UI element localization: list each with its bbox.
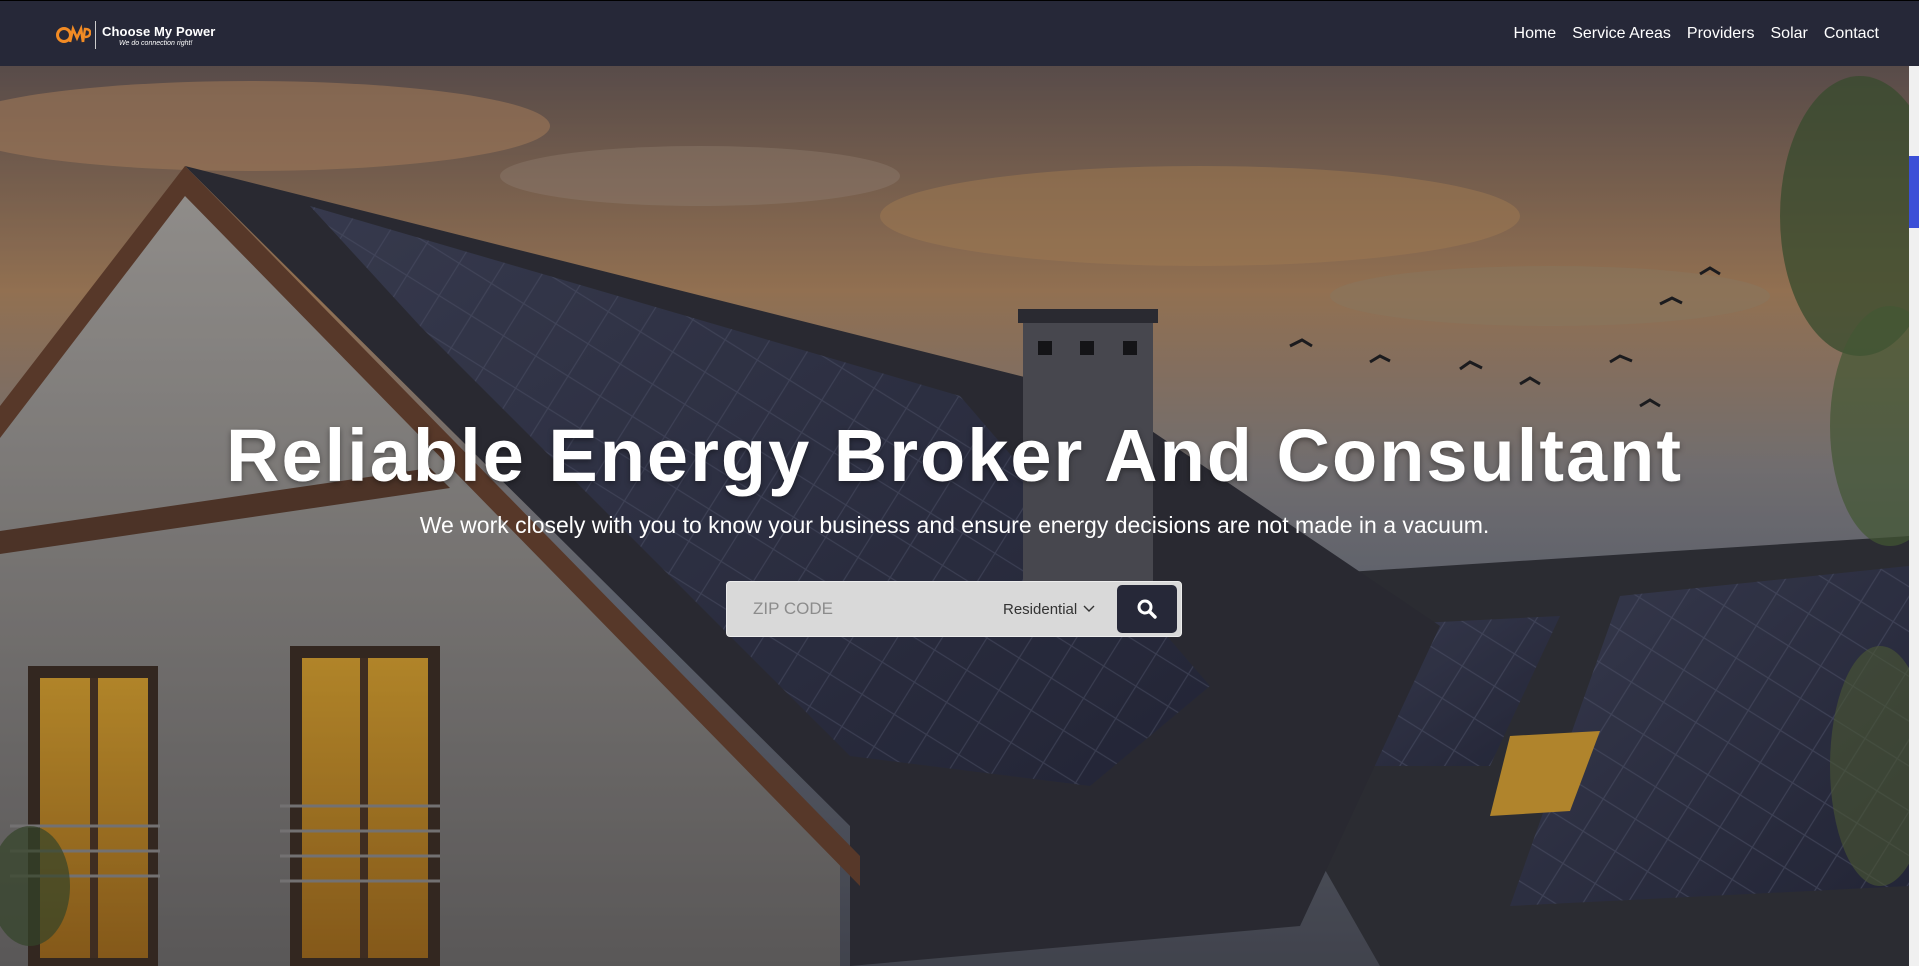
main-nav: Home Service Areas Providers Solar Conta… (1514, 25, 1879, 43)
logo[interactable]: Choose My Power We do connection right! (55, 21, 215, 49)
nav-home[interactable]: Home (1514, 25, 1557, 43)
nav-service-areas[interactable]: Service Areas (1572, 25, 1671, 43)
hero-title: Reliable Energy Broker And Consultant (226, 414, 1683, 497)
nav-providers[interactable]: Providers (1687, 25, 1755, 43)
hero-section: Reliable Energy Broker And Consultant We… (0, 66, 1909, 966)
service-type-value: Residential (1003, 600, 1078, 618)
brand-tagline: We do connection right! (119, 39, 193, 47)
service-type-select[interactable]: Residential (1003, 601, 1095, 618)
scrollbar-thumb[interactable] (1909, 156, 1919, 228)
chevron-down-icon (1083, 605, 1095, 612)
search-button[interactable] (1117, 585, 1177, 633)
search-icon (1137, 599, 1157, 619)
hero-subtitle: We work closely with you to know your bu… (419, 512, 1490, 538)
brand-name: Choose My Power (102, 23, 216, 39)
logo-divider (95, 21, 96, 49)
zip-search-form: Residential (726, 581, 1182, 637)
nav-contact[interactable]: Contact (1824, 25, 1879, 43)
nav-solar[interactable]: Solar (1771, 25, 1808, 43)
logo-icon (56, 24, 91, 43)
site-header: Choose My Power We do connection right! … (0, 0, 1919, 66)
zip-code-input[interactable] (751, 598, 995, 620)
